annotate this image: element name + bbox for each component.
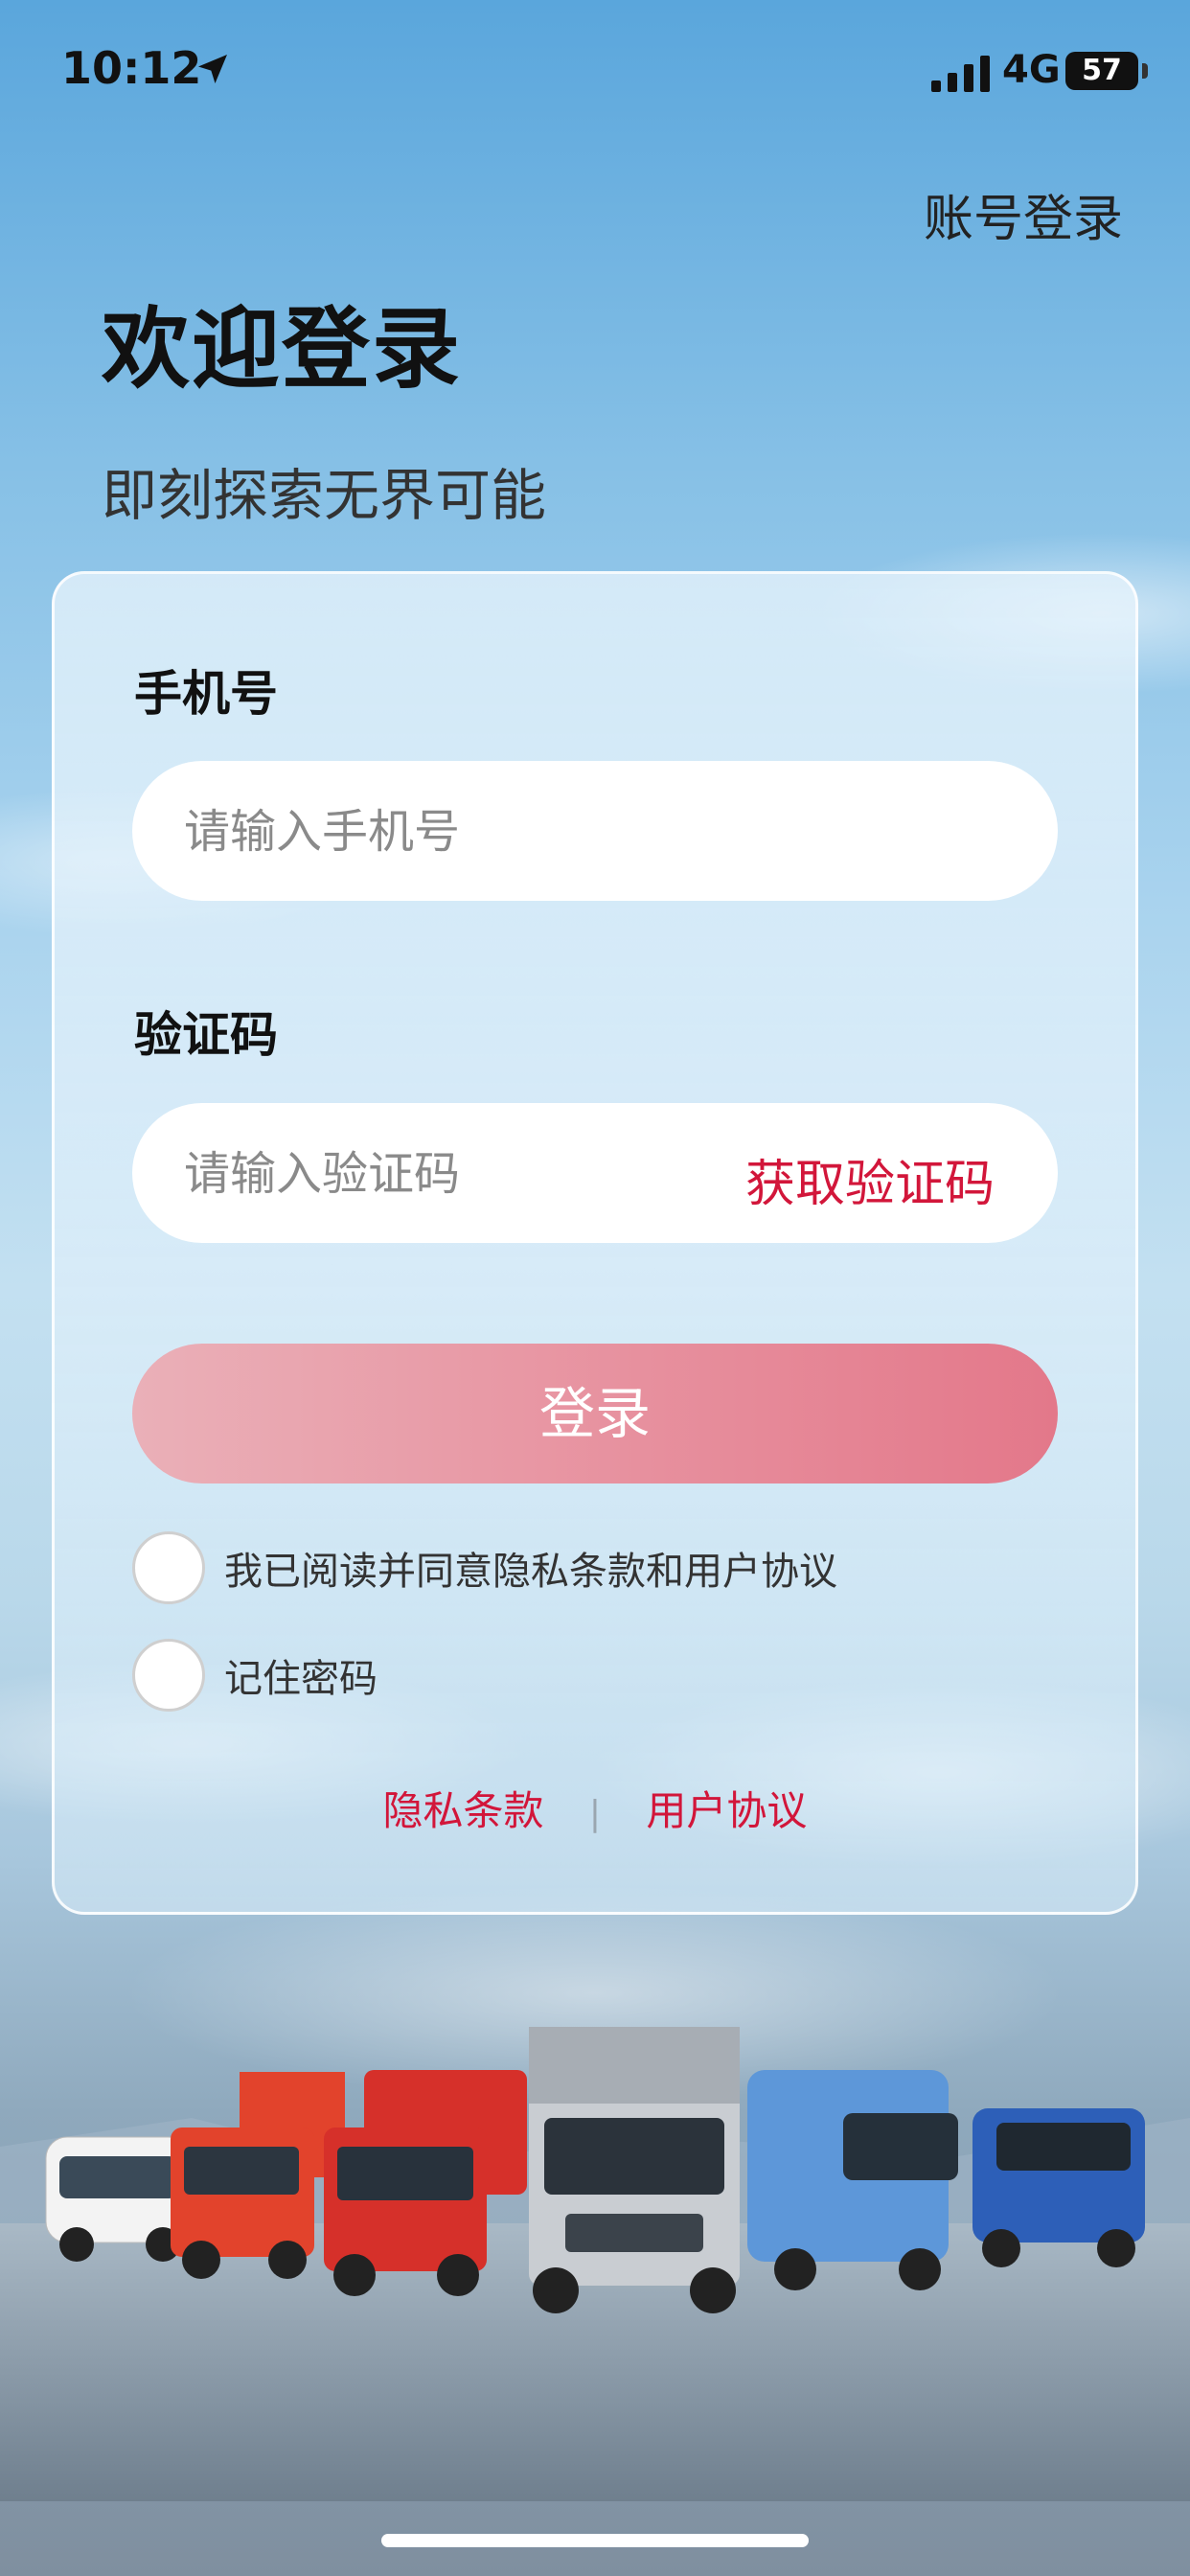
agree-row[interactable]: 我已阅读并同意隐私条款和用户协议 <box>132 1531 837 1604</box>
code-field[interactable]: 获取验证码 <box>132 1103 1058 1245</box>
code-input[interactable] <box>182 1103 722 1245</box>
get-code-button[interactable]: 获取验证码 <box>745 1143 995 1215</box>
signal-icon <box>931 56 990 92</box>
login-button[interactable]: 登录 <box>132 1344 1058 1484</box>
code-label: 验证码 <box>134 1007 278 1063</box>
status-bar: 10:12 4G 57 <box>0 0 1190 144</box>
remember-text: 记住密码 <box>224 1657 378 1701</box>
battery-icon: 57 <box>1065 52 1138 90</box>
agreement-link[interactable]: 用户协议 <box>646 1779 807 1837</box>
remember-checkbox[interactable] <box>132 1639 205 1712</box>
page-title: 欢迎登录 <box>102 298 463 401</box>
phone-label: 手机号 <box>134 666 278 722</box>
agree-checkbox[interactable] <box>132 1531 205 1604</box>
privacy-link[interactable]: 隐私条款 <box>383 1779 544 1837</box>
battery-tip <box>1142 63 1148 79</box>
phone-input[interactable] <box>182 761 722 903</box>
agree-text: 我已阅读并同意隐私条款和用户协议 <box>224 1550 837 1594</box>
link-separator: | <box>588 1794 602 1833</box>
page-subtitle: 即刻探索无界可能 <box>102 463 547 528</box>
location-arrow-icon <box>198 55 227 83</box>
policy-links: 隐私条款 | 用户协议 <box>0 1779 1190 1837</box>
truck-lineup-image <box>0 2027 1190 2501</box>
account-login-link[interactable]: 账号登录 <box>924 178 1123 250</box>
home-indicator <box>381 2534 809 2547</box>
phone-field[interactable] <box>132 761 1058 903</box>
network-type: 4G <box>1002 48 1061 92</box>
remember-row[interactable]: 记住密码 <box>132 1639 378 1712</box>
status-time: 10:12 <box>61 42 202 94</box>
